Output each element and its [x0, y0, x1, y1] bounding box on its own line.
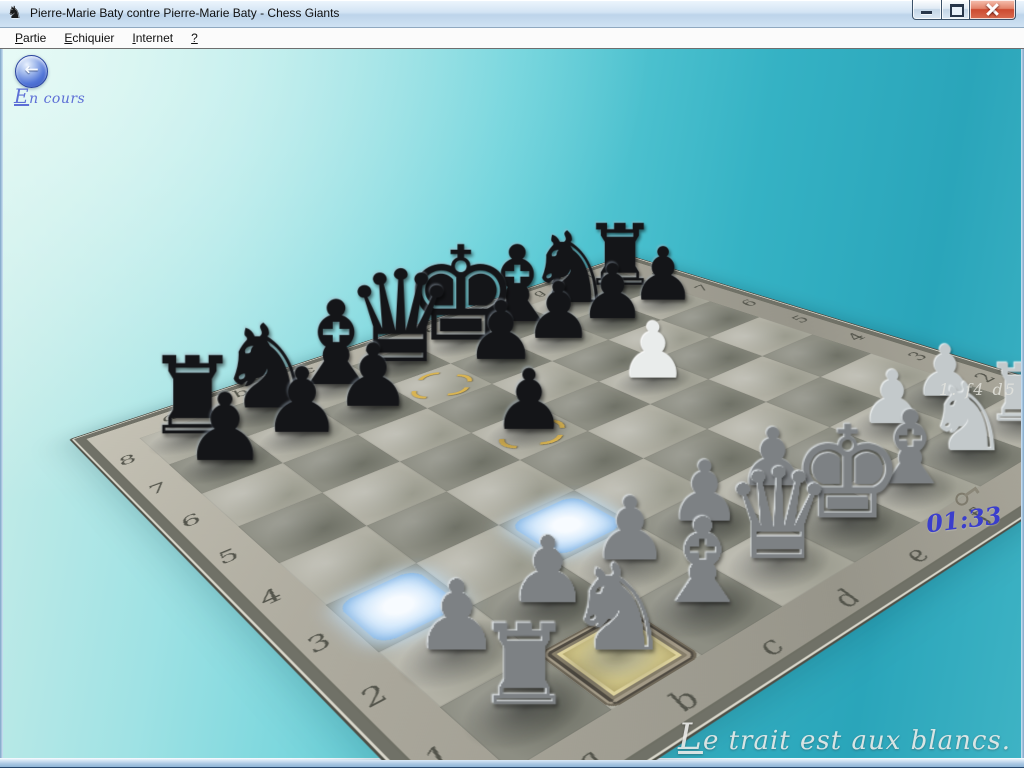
chess-piece-glyph: ♟: [262, 356, 343, 446]
chess-piece-glyph: ♟: [183, 381, 267, 475]
menu-internet[interactable]: Internet: [123, 29, 182, 47]
chess-piece-glyph: ♜: [475, 610, 575, 722]
chess-piece-glyph: ♟: [334, 333, 412, 420]
menu-echiquier[interactable]: Echiquier: [55, 29, 123, 47]
window-border-left: [0, 49, 3, 760]
minimize-icon: [921, 11, 932, 14]
chess-piece-glyph: ♟: [619, 312, 688, 390]
turn-status-message: Le trait est aux blancs.: [678, 717, 1011, 758]
menu-bar: Partie Echiquier Internet ?: [0, 28, 1024, 49]
back-arrow-icon: ←: [16, 60, 47, 80]
chess-piece-glyph: ♞: [565, 549, 672, 669]
maximize-button[interactable]: [942, 0, 970, 20]
move-list: 1. f4 d5: [939, 380, 1021, 399]
menu-partie[interactable]: Partie: [6, 29, 55, 47]
window-title: Pierre-Marie Baty contre Pierre-Marie Ba…: [30, 6, 339, 20]
minimize-button[interactable]: [912, 0, 942, 20]
app-knight-icon: ♞: [7, 4, 22, 22]
maximize-icon: [950, 4, 964, 17]
window-controls: [912, 0, 1016, 19]
app-window: ♞ Pierre-Marie Baty contre Pierre-Marie …: [0, 0, 1024, 768]
close-button[interactable]: [970, 0, 1016, 20]
game-status-label: En cours: [14, 84, 85, 108]
game-viewport: ← En cours aabbccddeeffgghh1122334455667…: [3, 49, 1021, 760]
board-pieces-layer: ♜♞♝♛♚♝♞♜♟♟♟♟♟♟♟♟♟♟♟♟♟♟♟♟♜♞♝♛♚♝♞♜: [71, 255, 1021, 760]
menu-help[interactable]: ?: [182, 29, 207, 47]
chess-board[interactable]: aabbccddeeffgghh1122334455667788 ♜♞♝♛♚♝♞…: [69, 255, 1021, 760]
title-bar[interactable]: ♞ Pierre-Marie Baty contre Pierre-Marie …: [0, 0, 1024, 28]
